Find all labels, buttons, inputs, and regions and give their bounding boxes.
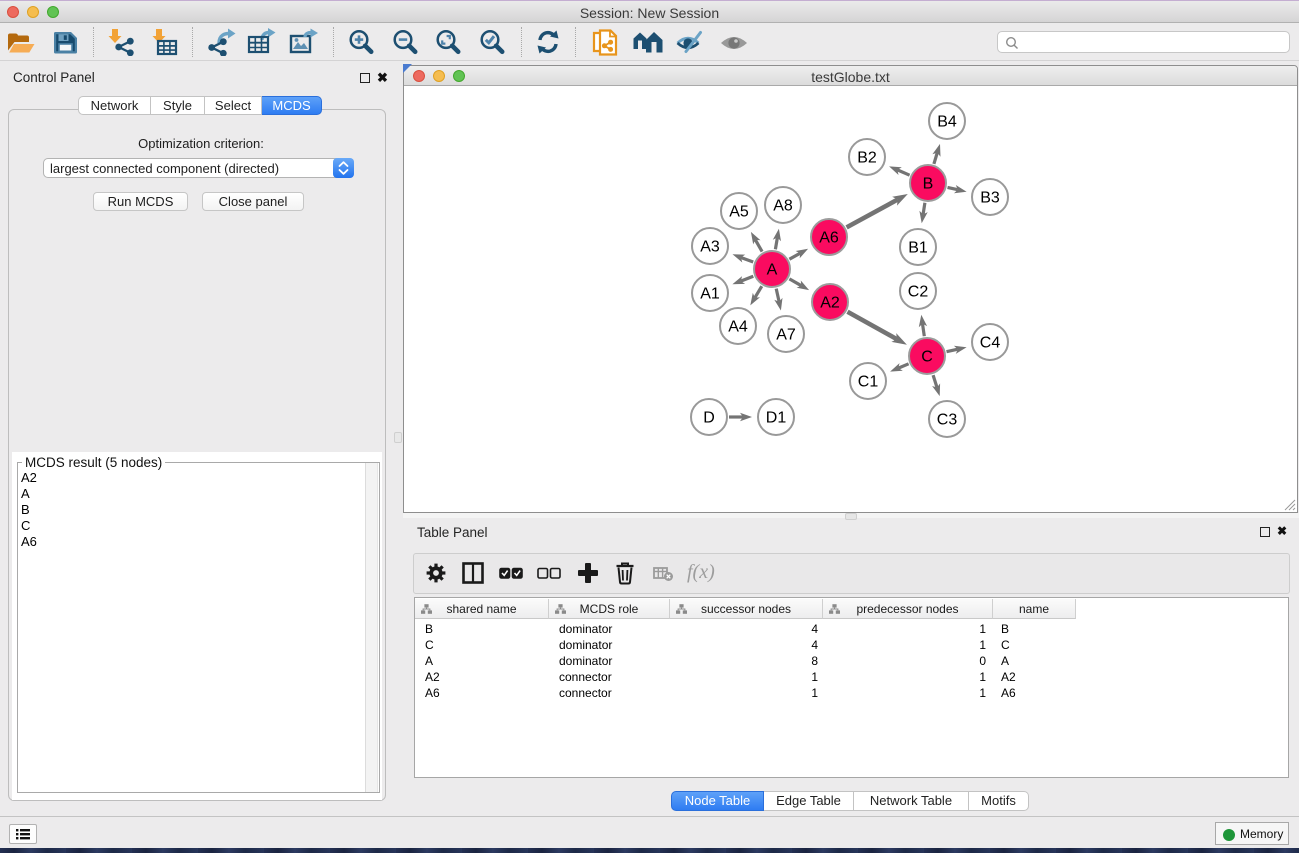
- svg-text:C3: C3: [937, 412, 958, 429]
- svg-text:B4: B4: [937, 114, 957, 131]
- svg-text:B2: B2: [857, 150, 877, 167]
- svg-text:D: D: [703, 410, 715, 427]
- svg-text:A3: A3: [700, 239, 720, 256]
- svg-text:A7: A7: [776, 327, 796, 344]
- svg-text:B: B: [923, 176, 934, 193]
- svg-text:C4: C4: [980, 335, 1001, 352]
- svg-text:A: A: [767, 262, 778, 279]
- svg-text:A2: A2: [820, 295, 840, 312]
- svg-text:A1: A1: [700, 286, 720, 303]
- svg-text:A4: A4: [728, 319, 748, 336]
- svg-text:B1: B1: [908, 240, 928, 257]
- svg-text:B3: B3: [980, 190, 1000, 207]
- svg-text:A8: A8: [773, 198, 793, 215]
- svg-text:D1: D1: [766, 410, 787, 427]
- svg-text:C1: C1: [858, 374, 879, 391]
- svg-text:C: C: [921, 349, 933, 366]
- svg-text:A5: A5: [729, 204, 749, 221]
- svg-text:f(x): f(x): [687, 561, 715, 583]
- svg-text:C2: C2: [908, 284, 929, 301]
- svg-text:A6: A6: [819, 230, 839, 247]
